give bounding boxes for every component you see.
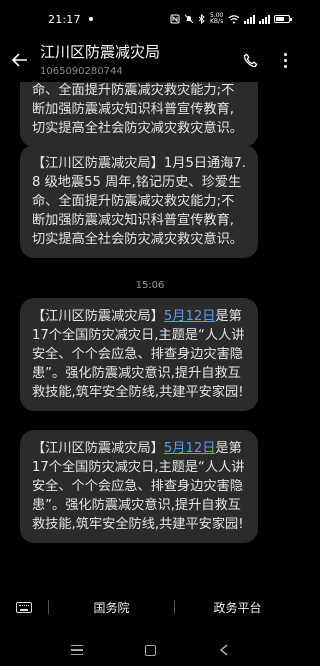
message-bubble[interactable]: 【江川区防震减灾局】1月5日通海7.8 级地震55 周年,铭记历史、珍爱生命、全… (20, 145, 258, 258)
message-text: 【江川区防震减灾局】1月5日通海7.8 级地震55 周年,铭记历史、珍爱生命、全… (32, 156, 246, 247)
phone-icon (243, 53, 257, 67)
status-icons: 5.00 KB/s (170, 12, 292, 25)
message-text-prefix: 【江川区防震减灾局】 (32, 309, 164, 324)
conversation-title: 江川区防震减灾局 (40, 43, 161, 61)
keyboard-toggle-button[interactable] (0, 590, 48, 624)
nfc-icon (170, 14, 180, 24)
menu-icon[interactable] (71, 644, 84, 656)
title-wrap: 江川区防震减灾局 1065090280744 (40, 38, 230, 77)
battery-icon (274, 15, 292, 23)
system-nav-bar (0, 634, 300, 666)
mute-icon (184, 14, 194, 24)
menu-item-guowuyuan[interactable]: 国务院 (49, 599, 174, 616)
service-menu-bar: 国务院 政务平台 (0, 590, 300, 624)
sender-number: 1065090280744 (40, 66, 123, 77)
message-thread[interactable]: 【江川区防震减灾局】1月5日通海7.8 级地震55 周年,铭记历史、珍爱生命、全… (0, 82, 300, 563)
more-vertical-icon (283, 52, 287, 68)
message-bubble[interactable]: 【江川区防震减灾局】5月12日是第17个全国防灾减灾日,主题是“人人讲安全、个个… (20, 298, 258, 411)
time-separator: 15:06 (135, 280, 165, 291)
message-text-prefix: 【江川区防震减灾局】 (32, 441, 164, 456)
notification-dot-icon (88, 17, 93, 21)
message-bubble[interactable]: 【江川区防震减灾局】1月5日通海7.8 级地震55 周年,铭记历史、珍爱生命、全… (20, 82, 258, 147)
status-bar: 21:17 5.00 KB/s (0, 0, 300, 38)
message-bubble[interactable]: 【江川区防震减灾局】5月12日是第17个全国防灾减灾日,主题是“人人讲安全、个个… (20, 430, 258, 543)
date-link[interactable]: 5月12日 (164, 309, 216, 324)
home-icon[interactable] (145, 644, 157, 656)
status-time: 21:17 (48, 12, 81, 26)
call-button[interactable] (230, 40, 270, 80)
keyboard-icon (16, 601, 32, 613)
menu-item-zhengwu[interactable]: 政务平台 (175, 599, 300, 616)
arrow-left-icon (12, 53, 27, 67)
date-link[interactable]: 5月12日 (164, 441, 216, 456)
network-speed: 5.00 KB/s (210, 12, 224, 25)
wifi-icon (228, 15, 240, 24)
back-button[interactable] (0, 40, 40, 80)
back-icon[interactable] (219, 644, 229, 656)
message-text: 【江川区防震减灾局】1月5日通海7.8 级地震55 周年,铭记历史、珍爱生命、全… (32, 83, 243, 136)
more-button[interactable] (270, 40, 300, 80)
status-left: 21:17 (48, 13, 93, 26)
signal-2-icon (259, 14, 270, 24)
conversation-header: 江川区防震减灾局 1065090280744 (0, 38, 300, 82)
bluetooth-icon (198, 14, 205, 24)
signal-icon (244, 14, 255, 24)
